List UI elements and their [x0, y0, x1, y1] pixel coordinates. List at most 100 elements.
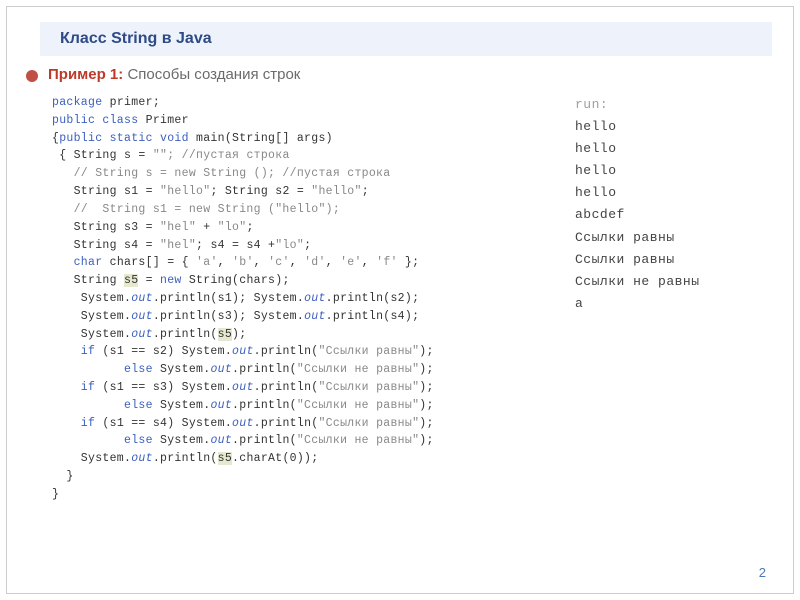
code-text: Primer	[138, 114, 188, 127]
kw: if	[52, 381, 95, 394]
comment: // String s1 = new String ("hello");	[52, 203, 340, 216]
code-text: ; String s2 =	[210, 185, 311, 198]
kw: public class	[52, 114, 138, 127]
kw: else	[52, 434, 153, 447]
kw: if	[52, 417, 95, 430]
kw: out	[232, 417, 254, 430]
code-text: .println(s4);	[326, 310, 420, 323]
str: "Ссылки не равны"	[297, 434, 419, 447]
code-text: );	[419, 381, 433, 394]
kw: out	[304, 310, 326, 323]
kw: out	[131, 292, 153, 305]
page-number: 2	[759, 565, 766, 580]
kw: if	[52, 345, 95, 358]
kw: public static void	[59, 132, 189, 145]
code-text: ,	[254, 256, 268, 269]
kw: package	[52, 96, 102, 109]
code-text: =	[138, 274, 160, 287]
code-text: .println(	[254, 345, 319, 358]
code-text: ,	[362, 256, 376, 269]
bullet-icon	[26, 70, 38, 82]
code-text: );	[419, 417, 433, 430]
code-text: System.	[52, 292, 131, 305]
kw: else	[52, 363, 153, 376]
str: "hel"	[160, 221, 196, 234]
code-text: main(String[] args)	[189, 132, 333, 145]
chr: 'c'	[268, 256, 290, 269]
code-text: +	[196, 221, 218, 234]
chr: 'e'	[340, 256, 362, 269]
kw: out	[131, 452, 153, 465]
code-text: .println(	[153, 328, 218, 341]
output-line: Ссылки не равны	[575, 271, 745, 293]
str: "hello"	[160, 185, 210, 198]
str: "Ссылки не равны"	[297, 363, 419, 376]
comment: // String s = new String (); //пустая ст…	[52, 167, 390, 180]
output-line: hello	[575, 182, 745, 204]
kw: out	[232, 345, 254, 358]
code-text: System.	[52, 328, 131, 341]
code-text: String s3 =	[52, 221, 160, 234]
str: "Ссылки равны"	[318, 417, 419, 430]
chr: 'b'	[232, 256, 254, 269]
kw: out	[304, 292, 326, 305]
run-label: run:	[575, 94, 745, 116]
code-text: System.	[153, 399, 211, 412]
example-heading: Пример 1: Способы создания строк	[48, 66, 300, 83]
str: "hel"	[160, 239, 196, 252]
code-text: .println(	[232, 434, 297, 447]
code-text: .println(	[254, 417, 319, 430]
code-text: .println(	[232, 363, 297, 376]
slide-title: Класс String в Java	[60, 30, 212, 48]
code-text: System.	[153, 363, 211, 376]
code-text: { String s =	[52, 149, 153, 162]
code-text: System.	[52, 452, 131, 465]
highlight: s5	[124, 274, 138, 287]
code-listing: package primer; public class Primer {pub…	[52, 94, 547, 504]
code-text: );	[419, 363, 433, 376]
code-text: ; s4 = s4 +	[196, 239, 275, 252]
chr: 'f'	[376, 256, 398, 269]
code-text: .println(s1); System.	[153, 292, 304, 305]
str: "lo"	[275, 239, 304, 252]
code-text: .println(	[153, 452, 218, 465]
example-desc: Способы создания строк	[127, 66, 300, 83]
code-text: String s1 =	[52, 185, 160, 198]
code-text: String	[52, 274, 124, 287]
code-text: };	[398, 256, 420, 269]
kw: out	[210, 399, 232, 412]
code-text: String(chars);	[182, 274, 290, 287]
output-line: hello	[575, 138, 745, 160]
output-listing: run: hello hello hello hello abcdef Ссыл…	[575, 94, 745, 504]
code-text: }	[52, 470, 74, 483]
output-line: a	[575, 293, 745, 315]
code-text: .println(	[232, 399, 297, 412]
kw: out	[131, 310, 153, 323]
output-line: hello	[575, 116, 745, 138]
str: "hello"	[311, 185, 361, 198]
code-text: ;	[362, 185, 369, 198]
code-text: System.	[153, 434, 211, 447]
code-text: .println(s3); System.	[153, 310, 304, 323]
code-text: primer;	[102, 96, 160, 109]
kw: out	[232, 381, 254, 394]
kw: new	[160, 274, 182, 287]
kw: else	[52, 399, 153, 412]
code-text: ,	[218, 256, 232, 269]
chr: 'd'	[304, 256, 326, 269]
code-text: .println(	[254, 381, 319, 394]
code-text: ,	[326, 256, 340, 269]
example-label: Пример 1:	[48, 66, 127, 83]
kw: char	[52, 256, 102, 269]
code-text: );	[419, 345, 433, 358]
code-text: );	[419, 399, 433, 412]
code-text: (s1 == s4) System.	[95, 417, 232, 430]
chr: 'a'	[196, 256, 218, 269]
output-line: abcdef	[575, 204, 745, 226]
str: "Ссылки не равны"	[297, 399, 419, 412]
comment: ; //пустая строка	[167, 149, 289, 162]
content-area: package primer; public class Primer {pub…	[52, 94, 770, 504]
code-text: ;	[246, 221, 253, 234]
str: "Ссылки равны"	[318, 345, 419, 358]
highlight: s5	[218, 328, 232, 341]
